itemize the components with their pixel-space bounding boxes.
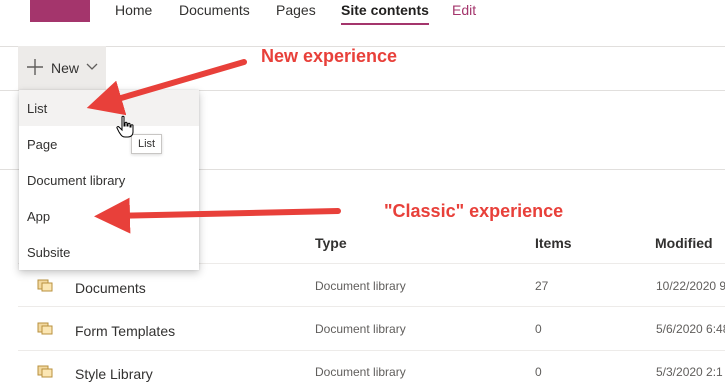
hand-cursor-icon	[116, 115, 134, 138]
annotation-new-experience: New experience	[261, 46, 398, 66]
row-items: 0	[535, 322, 542, 336]
row-modified: 5/6/2020 6:48	[656, 322, 725, 336]
menu-item-app[interactable]: App	[19, 198, 199, 234]
menu-item-document-library[interactable]: Document library	[19, 162, 199, 198]
nav-home[interactable]: Home	[115, 2, 152, 18]
tooltip: List	[131, 134, 163, 154]
column-header-items[interactable]: Items	[535, 235, 572, 251]
new-button[interactable]: New	[18, 46, 106, 90]
row-modified: 10/22/2020 9	[656, 279, 725, 293]
column-header-modified[interactable]: Modified	[655, 235, 713, 251]
menu-item-list[interactable]: List	[19, 90, 199, 126]
site-logo[interactable]	[30, 0, 90, 22]
column-header-type[interactable]: Type	[315, 235, 347, 251]
chevron-down-icon	[86, 63, 98, 70]
menu-item-label: App	[27, 209, 51, 224]
nav-site-contents[interactable]: Site contents	[341, 2, 429, 25]
row-divider	[18, 306, 725, 307]
nav-edit[interactable]: Edit	[452, 2, 476, 18]
nav-documents[interactable]: Documents	[179, 2, 250, 18]
document-library-icon	[37, 279, 53, 292]
document-library-icon	[37, 322, 53, 335]
menu-item-label: Document library	[27, 173, 126, 188]
row-type: Document library	[315, 322, 406, 336]
nav-pages[interactable]: Pages	[276, 2, 316, 18]
menu-item-subsite[interactable]: Subsite	[19, 234, 199, 270]
row-divider	[18, 350, 725, 351]
row-type: Document library	[315, 365, 406, 379]
new-dropdown-menu: List Page Document library App Subsite	[19, 90, 199, 270]
row-items: 27	[535, 279, 549, 293]
menu-item-page[interactable]: Page	[19, 126, 199, 162]
new-button-label: New	[51, 60, 80, 76]
row-name[interactable]: Style Library	[75, 366, 153, 382]
menu-item-label: Subsite	[27, 245, 71, 260]
annotation-classic-experience: "Classic" experience	[384, 201, 564, 221]
plus-icon	[27, 59, 43, 75]
menu-item-label: List	[27, 101, 48, 116]
top-navigation: Home Documents Pages Site contents Edit	[0, 0, 725, 47]
document-library-icon	[37, 365, 53, 378]
row-type: Document library	[315, 279, 406, 293]
row-modified: 5/3/2020 2:1	[656, 365, 723, 379]
row-name[interactable]: Documents	[75, 280, 146, 296]
row-name[interactable]: Form Templates	[75, 323, 175, 339]
menu-item-label: Page	[27, 137, 58, 152]
row-items: 0	[535, 365, 542, 379]
